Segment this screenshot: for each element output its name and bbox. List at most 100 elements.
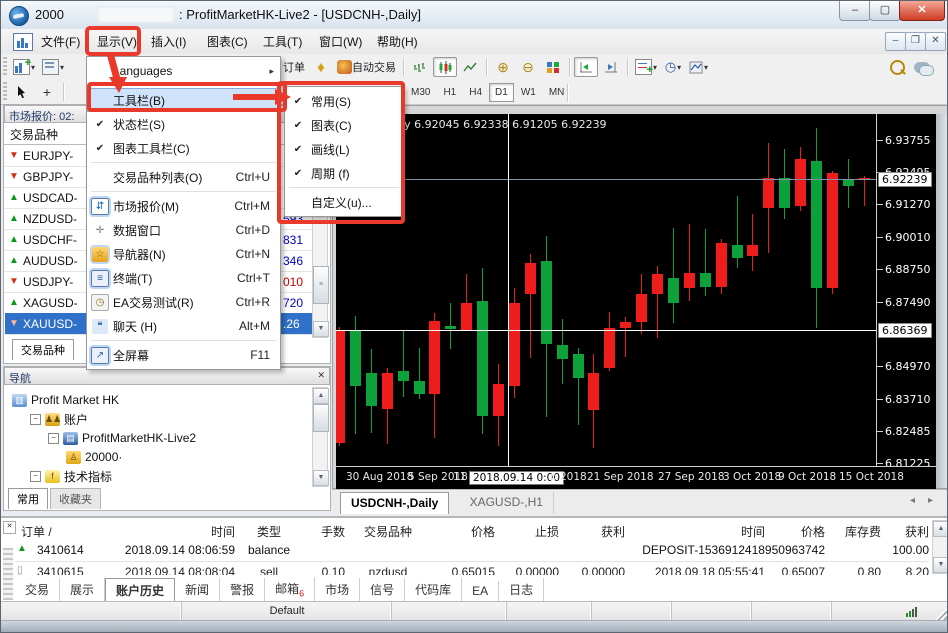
chart-tab-inactive[interactable]: XAGUSD-,H1 (460, 492, 554, 513)
chart-tab-active[interactable]: USDCNH-,Daily (340, 492, 449, 514)
menu-item--b-[interactable]: 工具栏(B) (87, 88, 280, 112)
candlestick-chart-button[interactable] (433, 57, 457, 77)
terminal-header-4[interactable]: 手数 (301, 523, 345, 540)
terminal-tab-账户历史[interactable]: 账户历史 (105, 578, 175, 602)
menu-item--m-[interactable]: ⇵市场报价(M)Ctrl+M (87, 194, 280, 218)
window-maximize-button[interactable]: ▢ (869, 1, 901, 21)
candle[interactable] (843, 179, 854, 186)
candle[interactable] (509, 303, 520, 386)
candle[interactable] (795, 159, 806, 205)
candle[interactable] (668, 278, 679, 303)
candle[interactable] (429, 321, 440, 394)
zoom-in-button[interactable]: ⊕ (491, 57, 515, 77)
tree-expander-icon[interactable]: − (30, 471, 41, 482)
menubar-item-3[interactable]: 插入(I) (147, 33, 190, 51)
candle[interactable] (525, 263, 536, 294)
toolbar-grip[interactable] (3, 82, 7, 100)
autotrade-button[interactable]: 自动交易 (334, 57, 399, 77)
tree-item-profit-market-hk[interactable]: ▥Profit Market HK (12, 391, 119, 409)
terminal-tab-新闻[interactable]: 新闻 (175, 578, 220, 601)
terminal-header-6[interactable]: 价格 (429, 523, 495, 540)
statusbar-profile[interactable]: Default (181, 602, 392, 621)
candle[interactable] (763, 178, 774, 209)
templates-button[interactable]: ▾ (686, 57, 711, 77)
bar-chart-button[interactable] (408, 57, 432, 77)
submenu-item--s-[interactable]: ✔常用(S) (285, 89, 403, 113)
candle[interactable] (461, 303, 472, 330)
terminal-header-3[interactable]: 类型 (239, 523, 299, 540)
submenu-item--f-[interactable]: ✔周期 (f) (285, 161, 403, 185)
candle[interactable] (779, 178, 790, 209)
menubar-item-1[interactable]: 文件(F) (37, 33, 84, 51)
terminal-tab-信号[interactable]: 信号 (360, 578, 405, 601)
candle[interactable] (636, 294, 647, 322)
period-button-W1[interactable]: W1 (515, 83, 542, 102)
window-close-button[interactable]: ✕ (899, 1, 945, 21)
tree-item--[interactable]: −♟♟账户 (30, 410, 88, 428)
chevron-down-icon[interactable]: ▾ (60, 63, 64, 72)
terminal-close-button[interactable]: ✕ (3, 521, 16, 534)
profiles-button[interactable]: ▾ (39, 57, 67, 77)
tree-item--[interactable]: −f技术指标 (30, 467, 112, 485)
zoom-out-button[interactable]: ⊖ (516, 57, 540, 77)
scrollbar-thumb[interactable] (313, 404, 329, 432)
menubar-item-5[interactable]: 工具(T) (259, 33, 306, 51)
terminal-tab-代码库[interactable]: 代码库 (405, 578, 462, 601)
mdi-minimize-button[interactable]: – (885, 32, 906, 51)
terminal-tab-警报[interactable]: 警报 (220, 578, 265, 601)
menu-item--[interactable]: ✛数据窗口Ctrl+D (87, 218, 280, 242)
candle[interactable] (827, 173, 838, 288)
tabs-scroll-right-icon[interactable]: ▸ (928, 495, 933, 506)
candle[interactable] (541, 261, 552, 344)
menu-item--[interactable]: ↗全屏幕F11 (87, 343, 280, 367)
candle[interactable] (445, 326, 456, 329)
crosshair-button[interactable]: + (35, 82, 59, 102)
tree-item-20000-[interactable]: ♙20000· (66, 448, 122, 466)
indicators-button[interactable]: + ▾ (632, 57, 660, 77)
auto-scroll-button[interactable] (574, 57, 598, 77)
menu-item--s-[interactable]: ✔状态栏(S) (87, 112, 280, 136)
terminal-header-11[interactable]: 库存费 (827, 523, 881, 540)
submenu-item--c-[interactable]: ✔图表(C) (285, 113, 403, 137)
terminal-header-1[interactable]: 订单 / (21, 523, 97, 540)
scroll-down-button[interactable]: ▼ (933, 557, 948, 573)
chevron-down-icon[interactable]: ▾ (704, 63, 708, 72)
navigator-scrollbar[interactable]: ▲ ▼ (312, 387, 328, 487)
submenu-item--u-[interactable]: 自定义(u)... (285, 190, 403, 214)
period-button-M30[interactable]: M30 (405, 83, 436, 102)
tree-expander-icon[interactable]: − (30, 414, 41, 425)
candle[interactable] (652, 274, 663, 294)
cursor-button[interactable] (10, 82, 34, 102)
menu-item--h-[interactable]: ❝聊天 (H)Alt+M (87, 314, 280, 338)
terminal-header-8[interactable]: 获利 (561, 523, 625, 540)
window-minimize-button[interactable]: – (839, 1, 871, 21)
tree-item-profitmarkethk-live2[interactable]: −▤ProfitMarketHK-Live2 (48, 429, 196, 447)
navigator-tab-inactive[interactable]: 收藏夹 (50, 488, 101, 509)
terminal-tab-日志[interactable]: 日志 (499, 578, 544, 601)
chevron-down-icon[interactable]: ▾ (31, 63, 35, 72)
close-icon[interactable]: ✕ (317, 370, 325, 381)
terminal-header-7[interactable]: 止损 (497, 523, 559, 540)
period-button-D1[interactable]: D1 (489, 83, 514, 102)
candle[interactable] (336, 330, 345, 443)
terminal-header-12[interactable]: 获利 (883, 523, 929, 540)
timeframes-button[interactable]: ◷▾ (661, 57, 685, 77)
candle[interactable] (684, 273, 695, 288)
new-chart-button[interactable]: + ▾ (10, 57, 38, 77)
terminal-tab-市场[interactable]: 市场 (315, 578, 360, 601)
chart-time-axis[interactable]: 30 Aug 20185 Sep 2018112018.09.14 0:00p … (336, 466, 936, 489)
candle[interactable] (588, 373, 599, 409)
chart-shift-button[interactable] (599, 57, 623, 77)
candle[interactable] (493, 384, 504, 416)
toolbar-grip[interactable] (3, 57, 7, 75)
terminal-header-10[interactable]: 价格 (767, 523, 825, 540)
chart-price-axis[interactable]: 6.937556.924956.912706.900106.887506.874… (876, 114, 937, 466)
scroll-down-button[interactable]: ▼ (313, 470, 329, 486)
scroll-up-button[interactable]: ▲ (933, 521, 948, 537)
menu-item--t-[interactable]: ≡终端(T)Ctrl+T (87, 266, 280, 290)
candle[interactable] (604, 328, 615, 368)
candle[interactable] (366, 373, 377, 406)
menu-item-languages[interactable]: Languages▸ (87, 59, 280, 83)
navigator-tab-active[interactable]: 常用 (8, 488, 48, 509)
candle[interactable] (477, 301, 488, 416)
